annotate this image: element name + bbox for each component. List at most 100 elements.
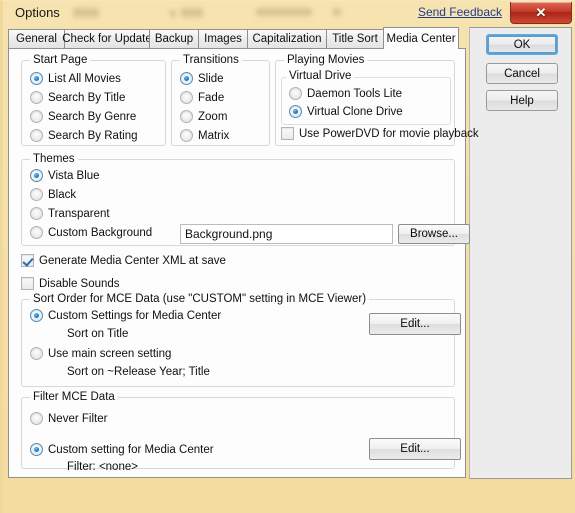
sort-order-legend: Sort Order for MCE Data (use "CUSTOM" se… <box>30 293 370 305</box>
checkbox-icon <box>21 254 34 267</box>
filter-mce-edit-button[interactable]: Edit... <box>369 438 461 460</box>
redacted-title-block-4 <box>256 8 312 16</box>
send-feedback-link[interactable]: Send Feedback <box>418 5 502 19</box>
radio-icon <box>30 110 43 123</box>
radio-icon <box>30 129 43 142</box>
radio-never-filter[interactable]: Never Filter <box>30 412 107 425</box>
filter-mce-detail: Filter: <none> <box>67 461 138 473</box>
tab-check-for-update[interactable]: Check for Update <box>62 29 152 48</box>
radio-custom-settings-media-center[interactable]: Custom Settings for Media Center <box>30 309 221 322</box>
radio-icon <box>30 91 43 104</box>
ok-button[interactable]: OK <box>486 34 558 55</box>
radio-label: Search By Genre <box>48 110 137 123</box>
radio-daemon-tools-lite[interactable]: Daemon Tools Lite <box>289 87 402 100</box>
tab-images[interactable]: Images <box>198 29 248 48</box>
redacted-title-block-5 <box>333 8 341 16</box>
background-path-input[interactable]: Background.png <box>180 224 393 244</box>
radio-label: Custom setting for Media Center <box>48 443 214 456</box>
redacted-title-block-2 <box>170 10 176 17</box>
filter-mce-legend: Filter MCE Data <box>30 391 118 403</box>
radio-use-main-screen-setting[interactable]: Use main screen setting <box>30 347 171 360</box>
start-page-legend: Start Page <box>30 54 91 66</box>
playing-movies-legend: Playing Movies <box>284 54 368 66</box>
radio-transition-zoom[interactable]: Zoom <box>180 110 227 123</box>
radio-theme-black[interactable]: Black <box>30 188 76 201</box>
radio-label: Never Filter <box>48 412 108 425</box>
checkbox-icon <box>281 127 294 140</box>
cancel-button[interactable]: Cancel <box>486 63 558 84</box>
radio-icon <box>289 105 302 118</box>
tab-strip: General Check for Update Backup Images Capit… <box>8 27 466 49</box>
radio-icon <box>30 72 43 85</box>
help-button[interactable]: Help <box>486 90 558 111</box>
themes-group: Themes Vista Blue Black Transparent Cust… <box>21 153 470 246</box>
radio-label: Custom Background <box>48 226 153 239</box>
checkbox-use-powerdvd[interactable]: Use PowerDVD for movie playback <box>281 127 479 140</box>
tab-title-sort[interactable]: Title Sort <box>326 29 384 48</box>
radio-label: Custom Settings for Media Center <box>48 309 222 322</box>
sort-order-edit-button[interactable]: Edit... <box>369 313 461 335</box>
close-button[interactable]: ✕ <box>510 2 572 24</box>
tab-capitalization[interactable]: Capitalization <box>247 29 327 48</box>
redacted-title-block-3 <box>181 8 203 17</box>
radio-label: List All Movies <box>48 72 121 85</box>
transitions-legend: Transitions <box>180 54 242 66</box>
tab-backup[interactable]: Backup <box>149 29 199 48</box>
checkbox-disable-sounds[interactable]: Disable Sounds <box>21 277 120 290</box>
radio-label: Matrix <box>198 129 230 142</box>
browse-button[interactable]: Browse... <box>398 224 470 244</box>
title-bar: Options Send Feedback ✕ <box>3 1 575 27</box>
options-dialog-window: Options Send Feedback ✕ General Check for… <box>0 0 575 513</box>
radio-transition-matrix[interactable]: Matrix <box>180 129 229 142</box>
themes-legend: Themes <box>30 153 78 165</box>
radio-icon <box>180 129 193 142</box>
tab-general[interactable]: General <box>8 29 65 48</box>
sort-order-detail-main-screen: Sort on ~Release Year; Title <box>67 366 210 378</box>
checkbox-icon <box>21 277 34 290</box>
radio-label: Transparent <box>48 207 110 220</box>
radio-label: Virtual Clone Drive <box>307 105 403 118</box>
radio-theme-vista-blue[interactable]: Vista Blue <box>30 169 100 182</box>
tab-media-center[interactable]: Media Center <box>383 27 459 49</box>
radio-icon <box>30 188 43 201</box>
radio-label: Zoom <box>198 110 228 123</box>
radio-label: Search By Title <box>48 91 126 104</box>
radio-icon <box>30 207 43 220</box>
radio-transition-fade[interactable]: Fade <box>180 91 224 104</box>
radio-search-by-genre[interactable]: Search By Genre <box>30 110 136 123</box>
playing-movies-group: Playing Movies Virtual Drive Daemon Tool… <box>275 54 479 146</box>
radio-icon <box>180 72 193 85</box>
radio-transition-slide[interactable]: Slide <box>180 72 224 85</box>
radio-icon <box>30 309 43 322</box>
radio-icon <box>30 412 43 425</box>
radio-label: Fade <box>198 91 225 104</box>
radio-icon <box>289 87 302 100</box>
radio-theme-custom-background[interactable]: Custom Background <box>30 226 152 239</box>
filter-mce-group: Filter MCE Data Never Filter Custom sett… <box>21 391 461 473</box>
radio-custom-setting-media-center[interactable]: Custom setting for Media Center <box>30 443 214 456</box>
radio-list-all-movies[interactable]: List All Movies <box>30 72 121 85</box>
checkbox-label: Generate Media Center XML at save <box>39 254 226 267</box>
radio-label: Black <box>48 188 77 201</box>
radio-virtual-clone-drive[interactable]: Virtual Clone Drive <box>289 105 403 118</box>
radio-label: Daemon Tools Lite <box>307 87 403 100</box>
checkbox-label: Disable Sounds <box>39 277 120 290</box>
radio-theme-transparent[interactable]: Transparent <box>30 207 110 220</box>
sort-order-detail-custom: Sort on Title <box>67 328 129 340</box>
radio-icon <box>30 169 43 182</box>
sort-order-group: Sort Order for MCE Data (use "CUSTOM" se… <box>21 293 461 387</box>
checkbox-generate-mce-xml[interactable]: Generate Media Center XML at save <box>21 254 226 267</box>
radio-search-by-title[interactable]: Search By Title <box>30 91 125 104</box>
media-center-tab-panel: Start Page List All Movies Search By Tit… <box>8 48 479 478</box>
radio-icon <box>30 347 43 360</box>
radio-icon <box>30 226 43 239</box>
redacted-title-block-1 <box>73 8 99 17</box>
transitions-group: Transitions Slide Fade Zoom Matrix <box>171 54 270 146</box>
radio-label: Search By Rating <box>48 129 138 142</box>
radio-label: Use main screen setting <box>48 347 172 360</box>
radio-search-by-rating[interactable]: Search By Rating <box>30 129 138 142</box>
radio-icon <box>180 110 193 123</box>
virtual-drive-group: Virtual Drive Daemon Tools Lite Virtual … <box>281 70 451 125</box>
radio-icon <box>30 443 43 456</box>
checkbox-label: Use PowerDVD for movie playback <box>299 127 479 140</box>
